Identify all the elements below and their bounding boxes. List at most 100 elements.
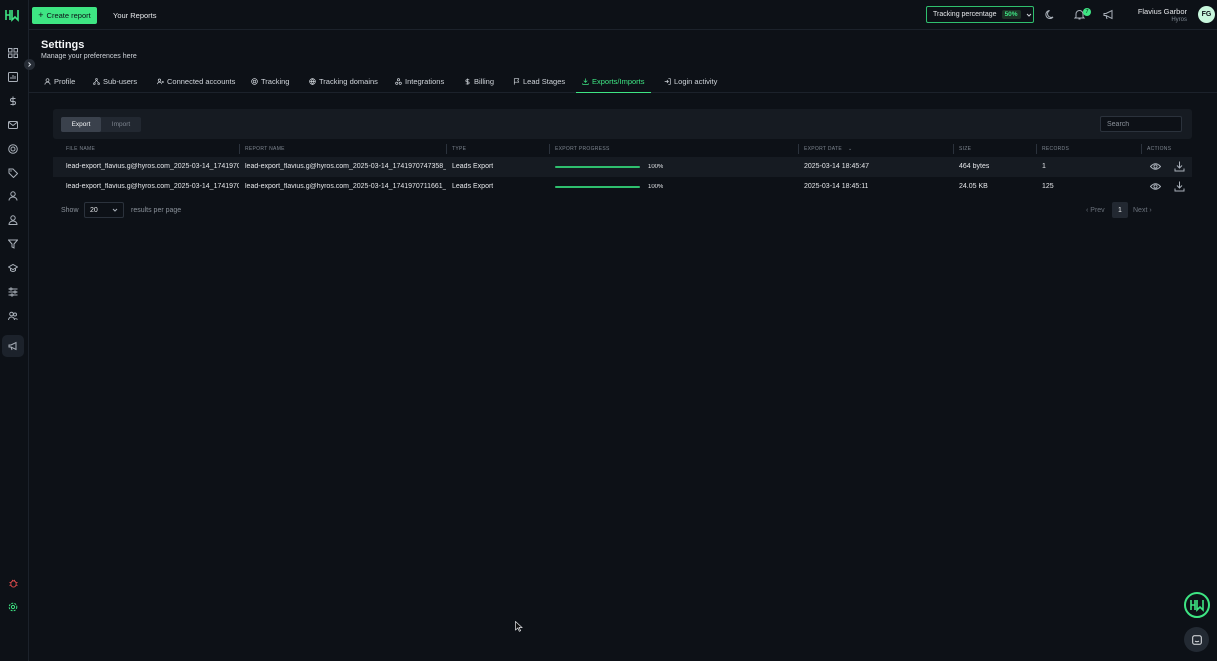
tab-label: Login activity — [674, 77, 718, 86]
page-subtitle: Manage your preferences here — [41, 53, 137, 60]
tab-label: Integrations — [405, 77, 445, 86]
size-cell: 24.05 KB — [959, 183, 988, 190]
hyros-logo-icon[interactable] — [5, 8, 19, 22]
view-eye-icon[interactable] — [1150, 161, 1161, 172]
tab-profile[interactable]: Profile — [44, 70, 75, 93]
tab-lead-stages[interactable]: Lead Stages — [513, 70, 565, 93]
tab-exports-imports[interactable]: Exports/Imports — [576, 70, 651, 93]
type-cell: Leads Export — [452, 183, 494, 190]
mail-icon[interactable] — [3, 115, 23, 135]
next-page-button[interactable]: Next › — [1133, 207, 1152, 214]
create-report-button[interactable]: + Create report — [32, 7, 97, 24]
export-date-cell: 2025-03-14 18:45:11 — [804, 183, 869, 190]
hyros-assistant-button[interactable] — [1184, 592, 1210, 618]
dollar-icon — [465, 78, 470, 85]
your-reports-link[interactable]: Your Reports — [113, 11, 157, 20]
dark-mode-moon-icon[interactable] — [1045, 9, 1058, 22]
tab-connected-accounts[interactable]: Connected accounts — [157, 70, 235, 93]
plus-icon: + — [38, 10, 44, 20]
export-progress-bar — [555, 186, 640, 188]
column-header-report-name[interactable]: REPORT NAME — [245, 146, 285, 152]
sidebar-expand-chevron-icon[interactable] — [24, 59, 35, 70]
prev-page-button[interactable]: ‹ Prev — [1086, 207, 1105, 214]
report-name-cell: lead-export_flavius.g@hyros.com_2025-03-… — [245, 183, 446, 190]
page-size-select[interactable]: 20 — [84, 202, 124, 218]
tab-sub-users[interactable]: Sub-users — [93, 70, 137, 93]
team-icon[interactable] — [3, 306, 23, 326]
network-icon — [93, 78, 100, 85]
column-divider — [446, 144, 447, 154]
target-icon — [251, 78, 258, 85]
pagination-bar: Show 20 results per page ‹ Prev 1 Next › — [53, 202, 1192, 218]
globe-icon — [309, 78, 316, 85]
user-organization: Hyros — [1171, 17, 1187, 23]
tag-icon[interactable] — [3, 163, 23, 183]
export-toggle-button[interactable]: Export — [61, 117, 101, 132]
announcements-megaphone-icon[interactable] — [1103, 9, 1116, 22]
column-header-records[interactable]: RECORDS — [1042, 146, 1069, 152]
flag-icon — [513, 78, 520, 85]
chat-support-button[interactable] — [1184, 627, 1209, 652]
chevron-down-icon — [1026, 12, 1032, 18]
export-import-toggle: Export Import — [61, 117, 141, 132]
tab-tracking[interactable]: Tracking — [251, 70, 289, 93]
mouse-cursor-icon — [515, 621, 523, 632]
column-divider — [798, 144, 799, 154]
tab-tracking-domains[interactable]: Tracking domains — [309, 70, 378, 93]
file-name-cell: lead-export_flavius.g@hyros.com_2025-03-… — [66, 163, 239, 170]
records-cell: 1 — [1042, 163, 1046, 170]
megaphone-icon[interactable] — [2, 335, 24, 357]
progress-fill — [555, 166, 640, 168]
sliders-icon[interactable] — [3, 282, 23, 302]
tab-integrations[interactable]: Integrations — [395, 70, 444, 93]
import-toggle-button[interactable]: Import — [101, 117, 141, 132]
records-cell: 125 — [1042, 183, 1054, 190]
view-eye-icon[interactable] — [1150, 181, 1161, 192]
export-date-cell: 2025-03-14 18:45:47 — [804, 163, 869, 170]
bug-icon[interactable] — [3, 573, 23, 593]
target-icon[interactable] — [3, 139, 23, 159]
tracking-percentage-dropdown[interactable]: Tracking percentage 50% — [926, 6, 1034, 23]
graduation-cap-icon[interactable] — [3, 258, 23, 278]
tab-label: Profile — [54, 77, 76, 86]
type-cell: Leads Export — [452, 163, 494, 170]
table-row[interactable]: lead-export_flavius.g@hyros.com_2025-03-… — [53, 177, 1192, 197]
tracking-value-badge: 50% — [1001, 10, 1021, 19]
show-label: Show — [61, 207, 79, 214]
report-name-cell: lead-export_flavius.g@hyros.com_2025-03-… — [245, 163, 446, 170]
profile-icon[interactable] — [3, 210, 23, 230]
column-divider — [1141, 144, 1142, 154]
column-header-export-date[interactable]: EXPORT DATE ⌄ — [804, 146, 853, 152]
page-number-button[interactable]: 1 — [1112, 202, 1128, 218]
file-name-cell: lead-export_flavius.g@hyros.com_2025-03-… — [66, 183, 239, 190]
results-per-page-label: results per page — [131, 207, 182, 214]
user-avatar[interactable]: FG — [1198, 6, 1215, 23]
column-header-file-name[interactable]: FILE NAME — [66, 146, 95, 152]
page-size-value: 20 — [90, 206, 98, 214]
settings-tabs: Profile Sub-users Connected accounts Tra… — [29, 70, 1217, 93]
tracking-label: Tracking percentage — [933, 11, 997, 18]
column-header-type[interactable]: TYPE — [452, 146, 466, 152]
tab-label: Billing — [474, 77, 495, 86]
funnel-icon[interactable] — [3, 234, 23, 254]
tab-billing[interactable]: Billing — [464, 70, 494, 93]
reports-chart-icon[interactable] — [3, 67, 23, 87]
column-header-size[interactable]: SIZE — [959, 146, 971, 152]
tab-label: Sub-users — [103, 77, 138, 86]
user-icon[interactable] — [3, 186, 23, 206]
settings-gear-icon[interactable] — [3, 597, 23, 617]
column-divider — [549, 144, 550, 154]
dollar-icon[interactable] — [3, 91, 23, 111]
sidebar — [0, 0, 35, 661]
user-icon — [44, 78, 51, 85]
next-label: Next — [1133, 207, 1148, 214]
download-icon[interactable] — [1174, 181, 1185, 192]
tab-login-activity[interactable]: Login activity — [664, 70, 717, 93]
dashboard-icon[interactable] — [3, 43, 23, 63]
tab-label: Lead Stages — [523, 77, 566, 86]
column-divider — [953, 144, 954, 154]
search-input[interactable] — [1100, 116, 1182, 132]
column-header-export-progress[interactable]: EXPORT PROGRESS — [555, 146, 610, 152]
download-icon[interactable] — [1174, 161, 1185, 172]
table-row[interactable]: lead-export_flavius.g@hyros.com_2025-03-… — [53, 157, 1192, 177]
